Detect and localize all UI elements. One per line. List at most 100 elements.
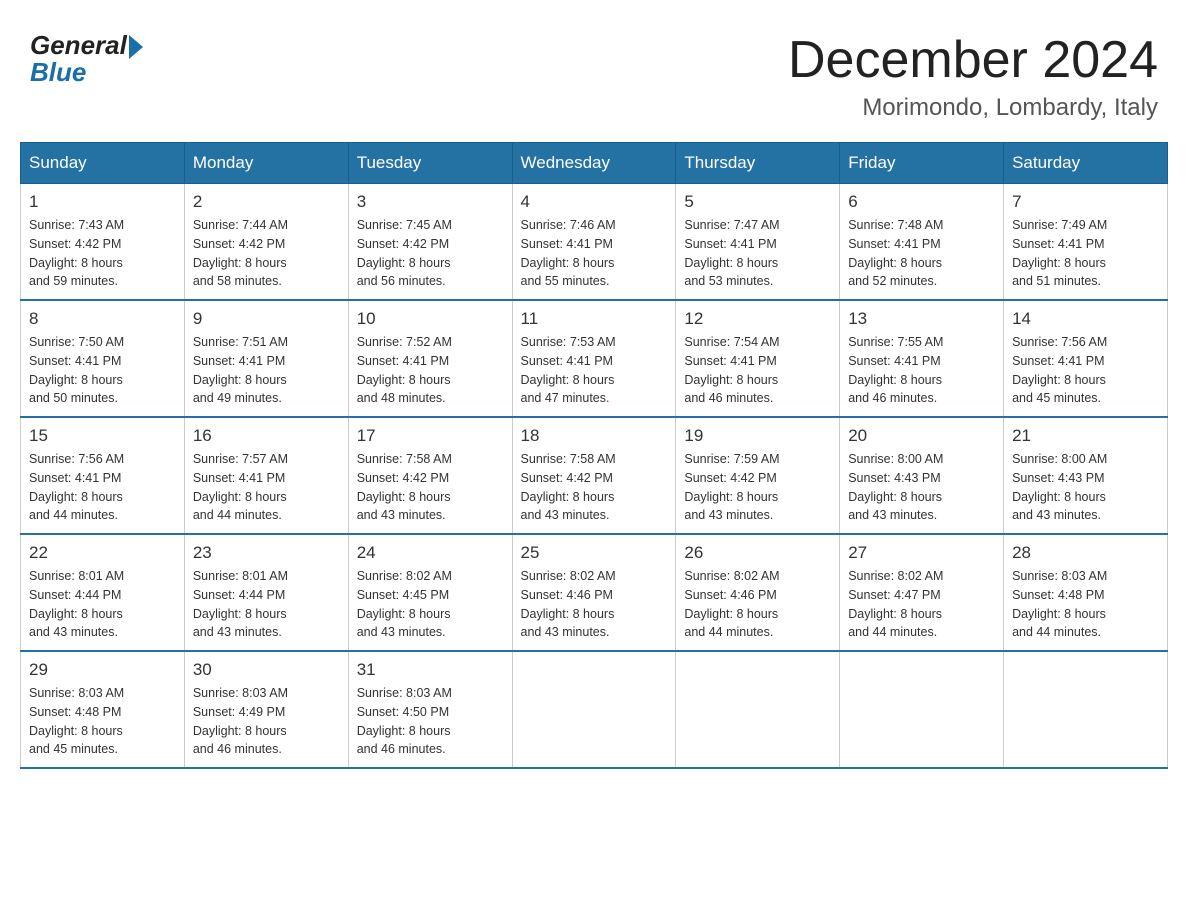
month-title: December 2024 [788, 30, 1158, 90]
day-info: Sunrise: 7:50 AMSunset: 4:41 PMDaylight:… [29, 333, 176, 408]
day-info: Sunrise: 7:54 AMSunset: 4:41 PMDaylight:… [684, 333, 831, 408]
day-info: Sunrise: 8:02 AMSunset: 4:47 PMDaylight:… [848, 567, 995, 642]
day-number: 18 [521, 426, 668, 446]
calendar-header-row: SundayMondayTuesdayWednesdayThursdayFrid… [21, 143, 1168, 184]
day-info: Sunrise: 7:59 AMSunset: 4:42 PMDaylight:… [684, 450, 831, 525]
logo-blue-text: Blue [30, 57, 143, 88]
calendar-header-tuesday: Tuesday [348, 143, 512, 184]
day-number: 20 [848, 426, 995, 446]
calendar-week-row: 22 Sunrise: 8:01 AMSunset: 4:44 PMDaylig… [21, 534, 1168, 651]
day-info: Sunrise: 7:48 AMSunset: 4:41 PMDaylight:… [848, 216, 995, 291]
calendar-cell: 19 Sunrise: 7:59 AMSunset: 4:42 PMDaylig… [676, 417, 840, 534]
calendar-cell: 2 Sunrise: 7:44 AMSunset: 4:42 PMDayligh… [184, 184, 348, 301]
day-number: 17 [357, 426, 504, 446]
day-number: 19 [684, 426, 831, 446]
calendar-table: SundayMondayTuesdayWednesdayThursdayFrid… [20, 142, 1168, 769]
calendar-cell: 17 Sunrise: 7:58 AMSunset: 4:42 PMDaylig… [348, 417, 512, 534]
day-info: Sunrise: 8:00 AMSunset: 4:43 PMDaylight:… [1012, 450, 1159, 525]
day-number: 11 [521, 309, 668, 329]
day-info: Sunrise: 7:47 AMSunset: 4:41 PMDaylight:… [684, 216, 831, 291]
day-info: Sunrise: 7:49 AMSunset: 4:41 PMDaylight:… [1012, 216, 1159, 291]
calendar-week-row: 29 Sunrise: 8:03 AMSunset: 4:48 PMDaylig… [21, 651, 1168, 768]
day-number: 1 [29, 192, 176, 212]
calendar-cell: 4 Sunrise: 7:46 AMSunset: 4:41 PMDayligh… [512, 184, 676, 301]
day-info: Sunrise: 7:53 AMSunset: 4:41 PMDaylight:… [521, 333, 668, 408]
title-block: December 2024 Morimondo, Lombardy, Italy [788, 30, 1158, 122]
calendar-cell: 14 Sunrise: 7:56 AMSunset: 4:41 PMDaylig… [1004, 300, 1168, 417]
day-number: 30 [193, 660, 340, 680]
calendar-header-friday: Friday [840, 143, 1004, 184]
calendar-cell [676, 651, 840, 768]
day-info: Sunrise: 7:56 AMSunset: 4:41 PMDaylight:… [29, 450, 176, 525]
calendar-cell: 21 Sunrise: 8:00 AMSunset: 4:43 PMDaylig… [1004, 417, 1168, 534]
calendar-week-row: 1 Sunrise: 7:43 AMSunset: 4:42 PMDayligh… [21, 184, 1168, 301]
day-info: Sunrise: 8:01 AMSunset: 4:44 PMDaylight:… [193, 567, 340, 642]
calendar-cell [512, 651, 676, 768]
day-info: Sunrise: 8:03 AMSunset: 4:50 PMDaylight:… [357, 684, 504, 759]
day-info: Sunrise: 7:58 AMSunset: 4:42 PMDaylight:… [521, 450, 668, 525]
day-info: Sunrise: 8:03 AMSunset: 4:48 PMDaylight:… [29, 684, 176, 759]
calendar-cell: 28 Sunrise: 8:03 AMSunset: 4:48 PMDaylig… [1004, 534, 1168, 651]
page-header: General Blue December 2024 Morimondo, Lo… [20, 20, 1168, 122]
day-info: Sunrise: 8:03 AMSunset: 4:49 PMDaylight:… [193, 684, 340, 759]
day-info: Sunrise: 8:01 AMSunset: 4:44 PMDaylight:… [29, 567, 176, 642]
calendar-cell: 27 Sunrise: 8:02 AMSunset: 4:47 PMDaylig… [840, 534, 1004, 651]
day-info: Sunrise: 8:02 AMSunset: 4:46 PMDaylight:… [521, 567, 668, 642]
day-info: Sunrise: 8:02 AMSunset: 4:45 PMDaylight:… [357, 567, 504, 642]
calendar-cell: 3 Sunrise: 7:45 AMSunset: 4:42 PMDayligh… [348, 184, 512, 301]
day-info: Sunrise: 7:51 AMSunset: 4:41 PMDaylight:… [193, 333, 340, 408]
day-info: Sunrise: 8:03 AMSunset: 4:48 PMDaylight:… [1012, 567, 1159, 642]
calendar-header-sunday: Sunday [21, 143, 185, 184]
day-number: 26 [684, 543, 831, 563]
day-number: 29 [29, 660, 176, 680]
day-number: 7 [1012, 192, 1159, 212]
day-number: 24 [357, 543, 504, 563]
day-info: Sunrise: 7:43 AMSunset: 4:42 PMDaylight:… [29, 216, 176, 291]
calendar-header-thursday: Thursday [676, 143, 840, 184]
day-number: 28 [1012, 543, 1159, 563]
day-number: 2 [193, 192, 340, 212]
day-number: 14 [1012, 309, 1159, 329]
calendar-cell: 29 Sunrise: 8:03 AMSunset: 4:48 PMDaylig… [21, 651, 185, 768]
day-number: 4 [521, 192, 668, 212]
logo-arrow-icon [129, 35, 143, 59]
calendar-cell: 20 Sunrise: 8:00 AMSunset: 4:43 PMDaylig… [840, 417, 1004, 534]
calendar-cell: 8 Sunrise: 7:50 AMSunset: 4:41 PMDayligh… [21, 300, 185, 417]
calendar-cell: 6 Sunrise: 7:48 AMSunset: 4:41 PMDayligh… [840, 184, 1004, 301]
calendar-cell: 10 Sunrise: 7:52 AMSunset: 4:41 PMDaylig… [348, 300, 512, 417]
day-number: 21 [1012, 426, 1159, 446]
calendar-week-row: 15 Sunrise: 7:56 AMSunset: 4:41 PMDaylig… [21, 417, 1168, 534]
calendar-cell: 15 Sunrise: 7:56 AMSunset: 4:41 PMDaylig… [21, 417, 185, 534]
calendar-cell: 25 Sunrise: 8:02 AMSunset: 4:46 PMDaylig… [512, 534, 676, 651]
day-number: 12 [684, 309, 831, 329]
calendar-cell: 23 Sunrise: 8:01 AMSunset: 4:44 PMDaylig… [184, 534, 348, 651]
day-number: 31 [357, 660, 504, 680]
calendar-cell: 1 Sunrise: 7:43 AMSunset: 4:42 PMDayligh… [21, 184, 185, 301]
day-number: 13 [848, 309, 995, 329]
calendar-header-wednesday: Wednesday [512, 143, 676, 184]
calendar-cell [1004, 651, 1168, 768]
day-info: Sunrise: 7:58 AMSunset: 4:42 PMDaylight:… [357, 450, 504, 525]
day-info: Sunrise: 7:45 AMSunset: 4:42 PMDaylight:… [357, 216, 504, 291]
calendar-cell: 30 Sunrise: 8:03 AMSunset: 4:49 PMDaylig… [184, 651, 348, 768]
day-info: Sunrise: 7:57 AMSunset: 4:41 PMDaylight:… [193, 450, 340, 525]
calendar-cell: 9 Sunrise: 7:51 AMSunset: 4:41 PMDayligh… [184, 300, 348, 417]
day-number: 25 [521, 543, 668, 563]
calendar-header-saturday: Saturday [1004, 143, 1168, 184]
day-number: 5 [684, 192, 831, 212]
day-info: Sunrise: 7:56 AMSunset: 4:41 PMDaylight:… [1012, 333, 1159, 408]
calendar-cell: 22 Sunrise: 8:01 AMSunset: 4:44 PMDaylig… [21, 534, 185, 651]
day-number: 6 [848, 192, 995, 212]
day-info: Sunrise: 7:52 AMSunset: 4:41 PMDaylight:… [357, 333, 504, 408]
calendar-cell: 26 Sunrise: 8:02 AMSunset: 4:46 PMDaylig… [676, 534, 840, 651]
day-info: Sunrise: 7:55 AMSunset: 4:41 PMDaylight:… [848, 333, 995, 408]
calendar-cell: 7 Sunrise: 7:49 AMSunset: 4:41 PMDayligh… [1004, 184, 1168, 301]
day-info: Sunrise: 7:44 AMSunset: 4:42 PMDaylight:… [193, 216, 340, 291]
day-number: 23 [193, 543, 340, 563]
day-number: 3 [357, 192, 504, 212]
calendar-header-monday: Monday [184, 143, 348, 184]
day-info: Sunrise: 8:00 AMSunset: 4:43 PMDaylight:… [848, 450, 995, 525]
calendar-cell: 24 Sunrise: 8:02 AMSunset: 4:45 PMDaylig… [348, 534, 512, 651]
logo: General Blue [30, 30, 143, 88]
calendar-cell: 12 Sunrise: 7:54 AMSunset: 4:41 PMDaylig… [676, 300, 840, 417]
